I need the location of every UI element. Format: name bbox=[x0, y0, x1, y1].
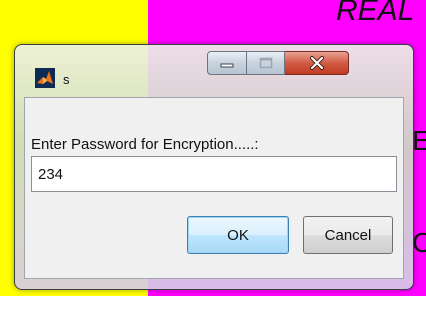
maximize-button[interactable] bbox=[247, 51, 285, 75]
window-controls bbox=[207, 51, 349, 77]
minimize-icon bbox=[220, 63, 234, 68]
matlab-icon bbox=[35, 68, 55, 88]
close-button[interactable] bbox=[285, 51, 349, 75]
background-row-text: E bbox=[412, 128, 426, 154]
background-bottom-strip bbox=[0, 296, 426, 320]
password-dialog: s Enter Password for Encryption.....: 23… bbox=[14, 44, 414, 290]
cancel-button[interactable]: Cancel bbox=[303, 216, 393, 254]
title-bar[interactable]: s bbox=[15, 45, 413, 89]
ok-button[interactable]: OK bbox=[187, 216, 289, 254]
background-heading: REAL bbox=[336, 0, 415, 27]
password-prompt-label: Enter Password for Encryption.....: bbox=[31, 136, 259, 153]
maximize-icon bbox=[259, 57, 272, 69]
window-title: s bbox=[63, 72, 70, 87]
close-icon bbox=[309, 56, 324, 70]
dialog-content: Enter Password for Encryption.....: OK C… bbox=[24, 97, 404, 279]
minimize-button[interactable] bbox=[207, 51, 247, 75]
password-input[interactable] bbox=[31, 156, 397, 192]
background-row-text: C bbox=[412, 230, 426, 256]
